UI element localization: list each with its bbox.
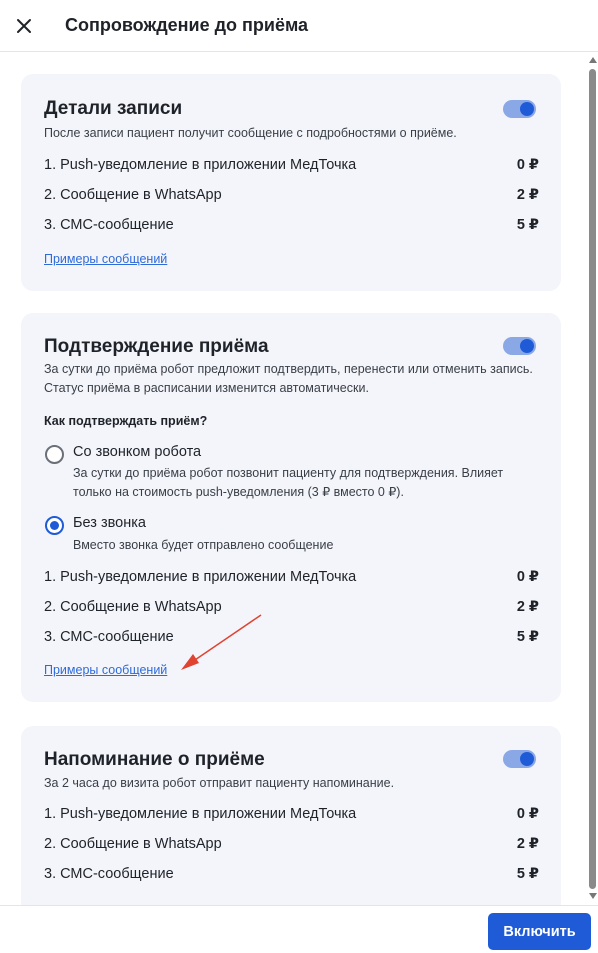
card-title: Напоминание о приёме [44, 749, 265, 770]
card-title: Подтверждение приёма [44, 336, 269, 357]
scrollbar-thumb[interactable] [589, 69, 596, 889]
toggle-appointment-confirmation[interactable] [503, 337, 536, 355]
dialog-footer: Включить [0, 905, 598, 953]
card-description: После записи пациент получит сообщение с… [44, 126, 457, 140]
scroll-down-arrow-icon[interactable] [589, 893, 597, 899]
price-row: 1. Push-уведомление в приложении МедТочк… [44, 569, 539, 589]
price-row: 1. Push-уведомление в приложении МедТочк… [44, 157, 539, 177]
enable-button[interactable]: Включить [488, 913, 591, 950]
card-appointment-details: Детали записи После записи пациент получ… [21, 74, 561, 291]
radio-robot-call-label[interactable]: Со звонком робота [73, 444, 201, 460]
price-row-value: 2 ₽ [516, 187, 539, 203]
content-scroll-area[interactable]: Детали записи После записи пациент получ… [0, 53, 598, 905]
price-row-label: 2. Сообщение в WhatsApp [44, 187, 222, 203]
price-row: 2. Сообщение в WhatsApp 2 ₽ [44, 836, 539, 856]
price-row-value: 2 ₽ [516, 836, 539, 852]
card-appointment-reminder: Напоминание о приёме За 2 часа до визита… [21, 726, 561, 905]
radio-no-call-label[interactable]: Без звонка [73, 515, 146, 531]
price-row-value: 0 ₽ [516, 806, 539, 822]
price-row-value: 5 ₽ [516, 629, 539, 645]
message-examples-link[interactable]: Примеры сообщений [44, 252, 167, 266]
price-row-label: 1. Push-уведомление в приложении МедТочк… [44, 157, 357, 173]
price-row-value: 5 ₽ [516, 866, 539, 882]
card-description: За сутки до приёма робот предложит подтв… [44, 362, 533, 395]
price-row-label: 2. Сообщение в WhatsApp [44, 836, 222, 852]
close-icon[interactable] [12, 14, 36, 38]
price-row-label: 3. СМС-сообщение [44, 629, 174, 645]
card-appointment-confirmation: Подтверждение приёма За сутки до приёма … [21, 313, 561, 702]
price-row-label: 1. Push-уведомление в приложении МедТочк… [44, 569, 357, 585]
close-button[interactable] [12, 14, 36, 38]
card-description: За 2 часа до визита робот отправит пацие… [44, 776, 395, 790]
confirmation-method-question: Как подтверждать приём? [44, 414, 208, 428]
price-row-label: 3. СМС-сообщение [44, 217, 174, 233]
radio-no-call[interactable] [45, 516, 64, 535]
price-row-label: 3. СМС-сообщение [44, 866, 174, 882]
toggle-appointment-reminder[interactable] [503, 750, 536, 768]
radio-robot-call-description: За сутки до приёма робот позвонит пациен… [73, 466, 504, 499]
dialog-header: Сопровождение до приёма [0, 0, 598, 52]
radio-no-call-description: Вместо звонка будет отправлено сообщение [73, 538, 334, 552]
price-row: 3. СМС-сообщение 5 ₽ [44, 217, 539, 237]
price-row-value: 0 ₽ [516, 157, 539, 173]
toggle-appointment-details[interactable] [503, 100, 536, 118]
card-title: Детали записи [44, 98, 183, 119]
scrollbar[interactable] [588, 53, 598, 905]
radio-robot-call[interactable] [45, 445, 64, 464]
price-row-value: 0 ₽ [516, 569, 539, 585]
price-row-label: 1. Push-уведомление в приложении МедТочк… [44, 806, 357, 822]
scroll-up-arrow-icon[interactable] [589, 57, 597, 63]
message-examples-link[interactable]: Примеры сообщений [44, 663, 167, 677]
price-row-value: 2 ₽ [516, 599, 539, 615]
price-row-label: 2. Сообщение в WhatsApp [44, 599, 222, 615]
price-row: 3. СМС-сообщение 5 ₽ [44, 629, 539, 649]
price-row: 1. Push-уведомление в приложении МедТочк… [44, 806, 539, 826]
price-row: 2. Сообщение в WhatsApp 2 ₽ [44, 187, 539, 207]
dialog-title: Сопровождение до приёма [65, 15, 309, 35]
price-row: 3. СМС-сообщение 5 ₽ [44, 866, 539, 886]
price-row-value: 5 ₽ [516, 217, 539, 233]
price-row: 2. Сообщение в WhatsApp 2 ₽ [44, 599, 539, 619]
